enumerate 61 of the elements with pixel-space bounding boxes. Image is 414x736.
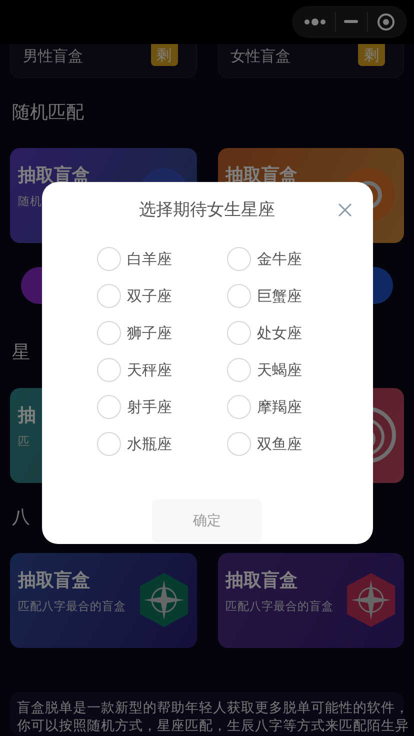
- zodiac-option[interactable]: 金牛座: [227, 246, 337, 272]
- record-icon[interactable]: [376, 13, 395, 31]
- radio-button[interactable]: [97, 247, 121, 271]
- zodiac-option[interactable]: 天秤座: [97, 357, 227, 383]
- zodiac-option[interactable]: 处女座: [227, 320, 337, 346]
- option-label: 射手座: [127, 398, 172, 416]
- option-label: 金牛座: [257, 250, 302, 268]
- zodiac-option[interactable]: 巨蟹座: [227, 283, 337, 309]
- option-label: 双子座: [127, 286, 172, 306]
- option-label: 双鱼座: [257, 434, 302, 454]
- card-title: 抽取盲盒: [226, 572, 298, 590]
- remaining-badge: 剩: [358, 44, 385, 66]
- draw-card[interactable]: 抽取盲盒 匹配八字最合的盲盒: [218, 553, 404, 648]
- more-icon[interactable]: [304, 18, 326, 26]
- zodiac-option[interactable]: 天蝎座: [227, 357, 337, 383]
- zodiac-option[interactable]: 射手座: [97, 394, 227, 420]
- zodiac-option[interactable]: 摩羯座: [227, 394, 337, 420]
- compass-hexagon-icon: [138, 572, 188, 628]
- option-label: 巨蟹座: [257, 286, 302, 306]
- radio-button[interactable]: [227, 395, 251, 419]
- radio-button[interactable]: [227, 247, 251, 271]
- dialog-title: 选择期待女生星座: [139, 199, 275, 221]
- zodiac-option[interactable]: 白羊座: [97, 246, 227, 272]
- card-title: 抽取盲盒: [18, 572, 91, 590]
- option-label: 水瓶座: [127, 434, 172, 454]
- card-subtitle: 匹配八字最合的盲盒: [18, 599, 126, 613]
- radio-button[interactable]: [227, 432, 251, 456]
- radio-button[interactable]: [97, 395, 121, 419]
- section-heading: 星: [12, 342, 30, 364]
- card-subtitle: 随机: [18, 194, 43, 208]
- radio-button[interactable]: [227, 358, 251, 382]
- option-label: 白羊座: [127, 250, 172, 268]
- option-label: 狮子座: [127, 324, 172, 342]
- radio-button[interactable]: [97, 358, 121, 382]
- section-heading: 八: [12, 507, 30, 529]
- radio-button[interactable]: [227, 284, 251, 308]
- remaining-badge: 剩: [150, 44, 178, 66]
- option-label: 天秤座: [127, 360, 172, 380]
- draw-card[interactable]: 抽取盲盒 匹配八字最合的盲盒: [10, 553, 196, 648]
- zodiac-option[interactable]: 双鱼座: [227, 431, 337, 457]
- close-icon[interactable]: [338, 203, 352, 217]
- option-label: 处女座: [257, 324, 302, 342]
- radio-button[interactable]: [97, 321, 121, 345]
- card-subtitle: 匹: [18, 434, 31, 448]
- option-label: 天蝎座: [257, 360, 302, 380]
- blind-box-card[interactable]: 女性盲盒 剩: [218, 44, 404, 78]
- zodiac-option[interactable]: 狮子座: [97, 320, 227, 346]
- zodiac-option[interactable]: 双子座: [97, 283, 227, 309]
- card-title: 男性盲盒: [23, 47, 83, 67]
- minimize-icon[interactable]: [344, 20, 358, 24]
- radio-button[interactable]: [227, 321, 251, 345]
- blind-box-card[interactable]: 男性盲盒 剩: [10, 44, 196, 78]
- radio-button[interactable]: [97, 432, 121, 456]
- card-title: 女性盲盒: [230, 47, 290, 67]
- compass-hexagon-icon: [346, 572, 396, 628]
- card-subtitle: 匹配八字最合的盲盒: [226, 599, 334, 613]
- option-label: 摩羯座: [257, 398, 302, 416]
- zodiac-option[interactable]: 水瓶座: [97, 431, 227, 457]
- radio-button[interactable]: [97, 284, 121, 308]
- section-heading: 随机匹配: [12, 102, 84, 124]
- card-title: 抽: [18, 407, 36, 425]
